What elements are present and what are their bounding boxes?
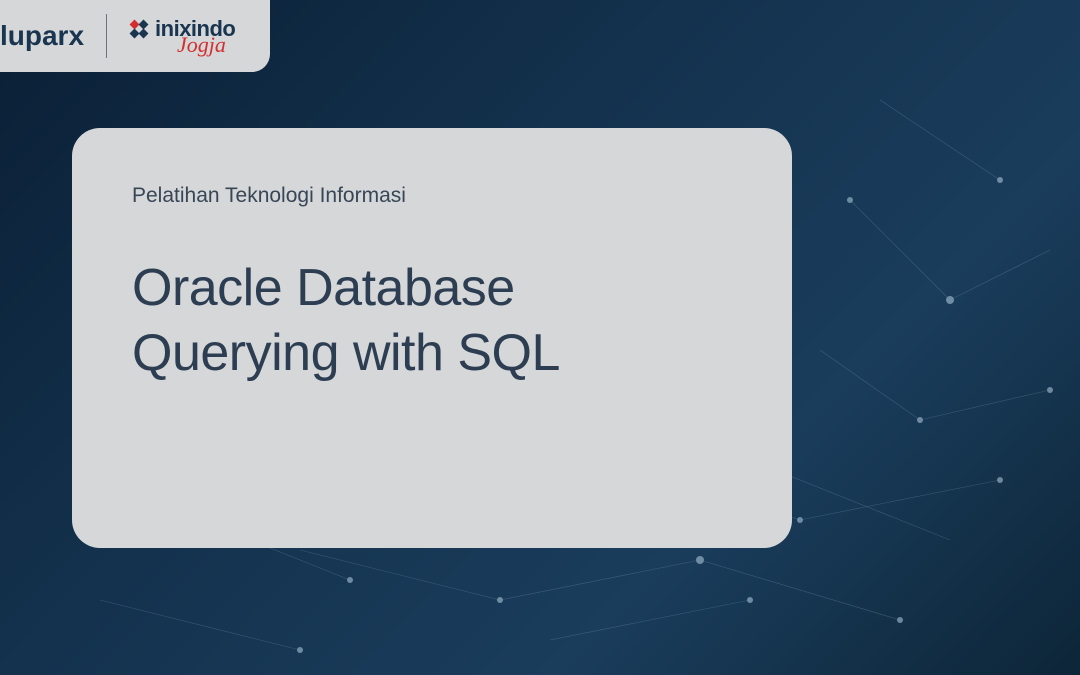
card-subtitle: Pelatihan Teknologi Informasi <box>132 184 732 208</box>
logo-eduparx: luparx <box>0 20 106 52</box>
logo-panel: luparx inixindo Jogja <box>0 0 270 72</box>
card-title-line-2: Querying with SQL <box>132 324 560 382</box>
logo-jogja-text: Jogja <box>177 34 226 56</box>
content-card: Pelatihan Teknologi Informasi Oracle Dat… <box>72 128 792 548</box>
inixindo-mark-icon <box>129 19 149 39</box>
card-title-line-1: Oracle Database <box>132 259 515 317</box>
logo-inixindo: inixindo Jogja <box>107 16 235 56</box>
logo-eduparx-text: luparx <box>0 20 84 52</box>
card-title: Oracle Database Querying with SQL <box>132 256 732 386</box>
